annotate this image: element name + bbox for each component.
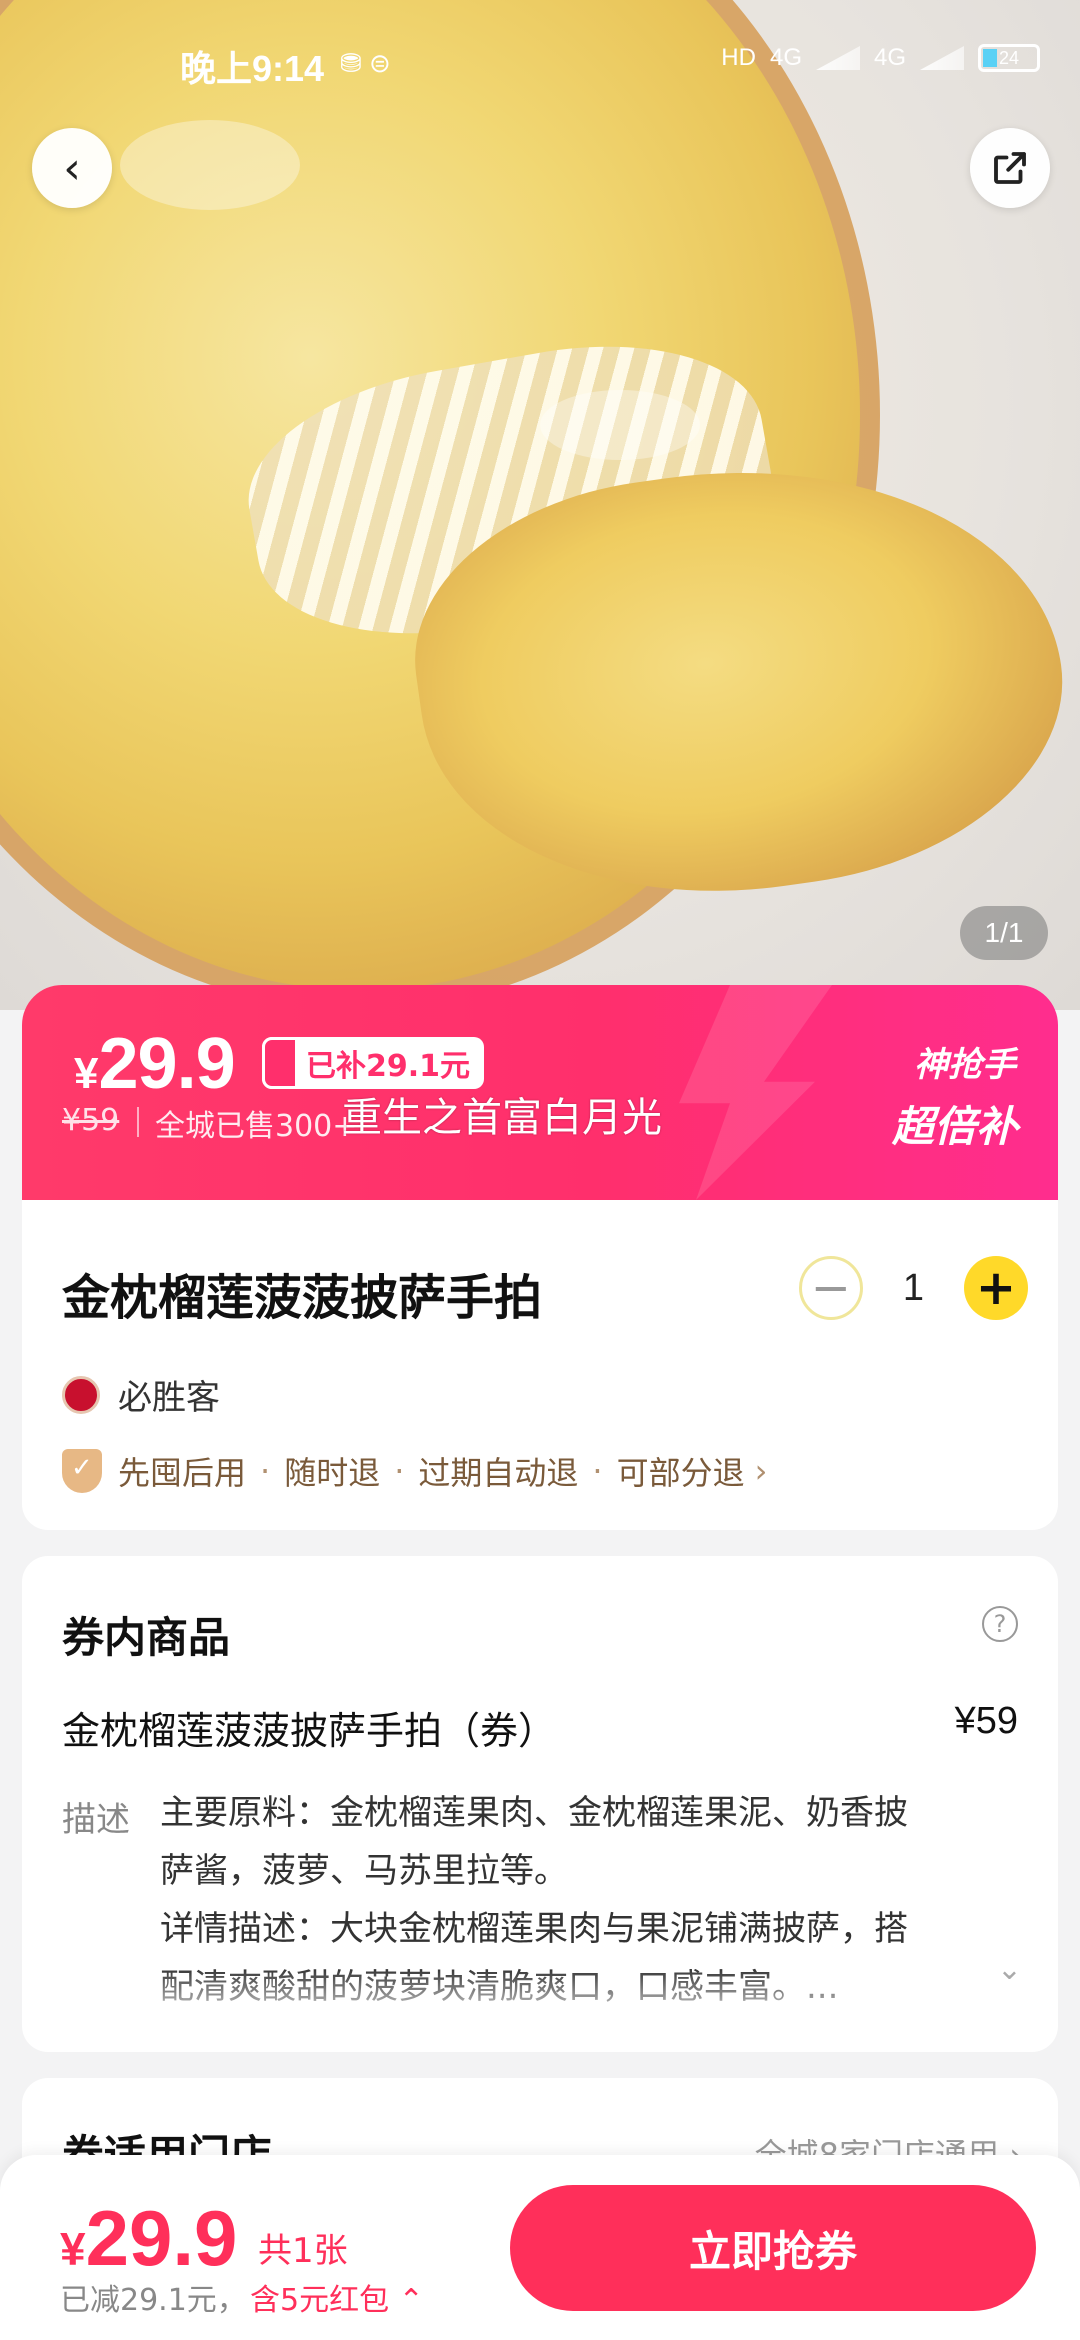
red-packet-toggle[interactable]: 含5元红包 ⌃ [250, 2275, 424, 2319]
sold-count: 全城已售300+ [155, 1109, 358, 1144]
currency-symbol: ¥ [60, 2223, 86, 2275]
description-label: 描述 [62, 1800, 130, 1840]
dot-separator: · [394, 1452, 405, 1490]
hd-icon: HD [721, 44, 756, 71]
product-card: 金枕榴莲菠菠披萨手拍 − 1 + 必胜客 先囤后用 · 随时退 · 过期自动退 … [22, 1200, 1058, 1530]
currency-symbol: ¥ [74, 1049, 99, 1098]
image-counter: 1/1 [960, 906, 1048, 960]
promo-badge-top: 神抢手 [914, 1045, 1016, 1085]
guarantee-item: 过期自动退 [418, 1454, 579, 1492]
quantity-stepper: − 1 + [798, 1256, 1028, 1320]
guarantee-item: 先囤后用 [118, 1454, 247, 1492]
plus-icon: + [975, 1260, 1017, 1316]
product-image[interactable] [0, 0, 1080, 1010]
guarantee-item: 可部分退 [616, 1454, 745, 1492]
discount-text: 已减29.1元， [60, 2283, 247, 2318]
guarantee-item: 随时退 [284, 1454, 381, 1492]
overlay-caption: 重生之首富白月光 [342, 1095, 662, 1141]
minus-icon: − [810, 1260, 851, 1316]
coupon-count: 共1张 [258, 2231, 348, 2271]
signal-icon [815, 46, 860, 70]
net-label-1: 4G [769, 44, 802, 71]
promo-badge-bottom: 超倍补 [891, 1102, 1018, 1151]
status-right: HD 4G 4G 24 [721, 44, 1040, 72]
highlight [540, 390, 700, 460]
help-icon[interactable]: ? [982, 1606, 1018, 1642]
promo-price: ¥29.9 [74, 1023, 236, 1105]
dot-separator: · [592, 1452, 603, 1490]
fade-overlay [142, 1968, 1002, 2028]
bottom-price: ¥29.9 [60, 2193, 237, 2284]
lightning-tag-icon [262, 1037, 298, 1089]
original-price: ¥59 [62, 1103, 120, 1138]
back-button[interactable]: ‹ [32, 128, 112, 208]
price-value: 29.9 [98, 1024, 235, 1104]
divider [137, 1107, 139, 1137]
coupon-item-name: 金枕榴莲菠菠披萨手拍（券） [62, 1709, 557, 1753]
increase-button[interactable]: + [964, 1256, 1028, 1320]
quantity-value: 1 [902, 1266, 924, 1309]
decrease-button[interactable]: − [798, 1256, 863, 1320]
battery-icon: 24 [978, 44, 1040, 72]
description-line: 主要原料：金枕榴莲果肉、金枕榴莲果泥、奶香披 [160, 1793, 908, 1833]
guarantee-row[interactable]: 先囤后用 · 随时退 · 过期自动退 · 可部分退 › [62, 1448, 767, 1494]
description-line: 详情描述：大块金枕榴莲果肉与果泥铺满披萨，搭 [160, 1909, 908, 1949]
description-line: 萨酱，菠萝、马苏里拉等。 [160, 1851, 568, 1891]
lightning-icon [679, 985, 832, 1200]
chevron-left-icon: ‹ [63, 142, 81, 194]
promo-banner: ¥29.9 已补29.1元 ¥59 全城已售300+ 重生之首富白月光 神抢手 … [22, 985, 1058, 1200]
status-bar: 晚上9:14 ⛃ ⊜ HD 4G 4G 24 [0, 0, 1080, 120]
shield-icon [62, 1449, 102, 1493]
chevron-down-icon[interactable]: ⌄ [997, 1952, 1022, 1987]
signal-icon [920, 46, 964, 70]
coupon-contents-card: 券内商品 ? 金枕榴莲菠菠披萨手拍（券） ¥59 描述 主要原料：金枕榴莲果肉、… [22, 1556, 1058, 2052]
product-title: 金枕榴莲菠菠披萨手拍 [62, 1270, 543, 1326]
coupon-item-price: ¥59 [954, 1700, 1018, 1742]
notification-icons: ⛃ ⊜ [340, 48, 391, 78]
dot-separator: · [260, 1452, 271, 1490]
share-icon [994, 152, 1026, 184]
bottom-bar: ¥29.9 共1张 已减29.1元， 含5元红包 ⌃ 立即抢券 [0, 2155, 1080, 2340]
buy-now-button[interactable]: 立即抢券 [510, 2185, 1036, 2311]
section-title: 券内商品 [62, 1613, 231, 1662]
subsidy-badge: 已补29.1元 [262, 1037, 485, 1089]
price-value: 29.9 [85, 2194, 238, 2282]
share-button[interactable] [970, 128, 1050, 208]
shop-logo-icon [62, 1375, 100, 1414]
highlight [120, 120, 300, 210]
chevron-right-icon: › [754, 1452, 768, 1490]
net-label-2: 4G [873, 44, 906, 71]
shop-link[interactable]: 必胜客 [62, 1370, 220, 1419]
shop-name: 必胜客 [118, 1378, 220, 1418]
status-time: 晚上9:14 [180, 48, 325, 89]
subsidy-text: 已补29.1元 [306, 1049, 471, 1084]
